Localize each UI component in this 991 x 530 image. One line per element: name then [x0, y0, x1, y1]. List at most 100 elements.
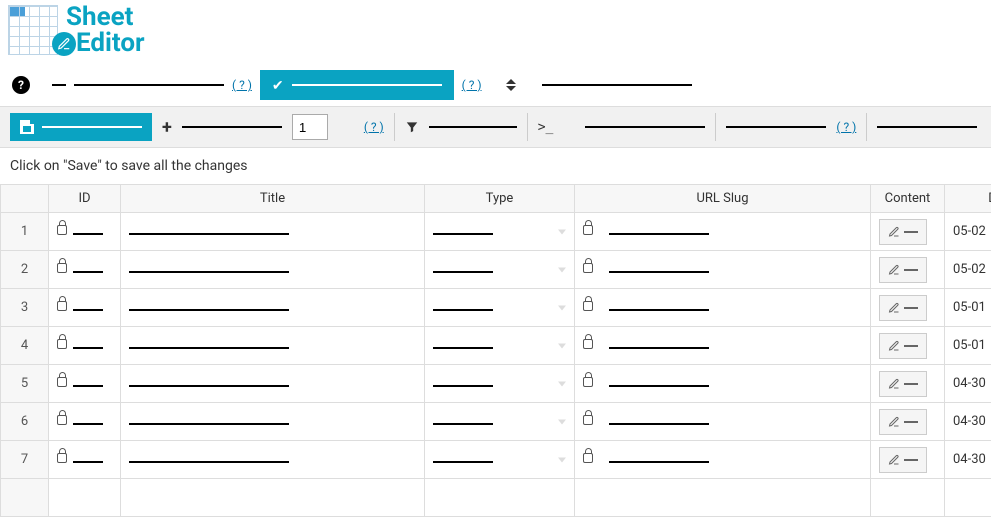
cell-type[interactable] [425, 251, 575, 289]
table-row: 2 05-02 [1, 251, 991, 289]
lock-icon [57, 453, 67, 463]
row-number[interactable]: 4 [1, 327, 49, 365]
cell-slug[interactable] [575, 441, 871, 479]
cell-title[interactable] [121, 441, 425, 479]
cell-slug[interactable] [575, 289, 871, 327]
row-number[interactable]: 7 [1, 441, 49, 479]
type-value [433, 271, 493, 273]
cell-date[interactable]: 04-30 [945, 403, 991, 441]
cell-id[interactable] [49, 365, 121, 403]
col-type[interactable]: Type [425, 185, 575, 213]
row-number[interactable]: 6 [1, 403, 49, 441]
cell-date[interactable]: 05-01 [945, 327, 991, 365]
cell-date[interactable]: 05-02 [945, 213, 991, 251]
cell-date[interactable]: 04-30 [945, 365, 991, 403]
col-content[interactable]: Content [871, 185, 945, 213]
lock-icon [583, 377, 593, 387]
cell-type[interactable] [425, 327, 575, 365]
slug-value [609, 461, 709, 463]
pencil-icon [888, 454, 900, 466]
edit-content-button[interactable] [879, 409, 927, 435]
col-date[interactable]: D [945, 185, 991, 213]
cell-id[interactable] [49, 441, 121, 479]
cell-content [871, 289, 945, 327]
save-button[interactable] [10, 113, 152, 141]
cell-slug[interactable] [575, 403, 871, 441]
lock-icon [57, 377, 67, 387]
help-icon[interactable]: ? [12, 76, 30, 94]
toolbar2-help-link-1[interactable]: ( ? ) [364, 120, 384, 134]
edit-content-button[interactable] [879, 295, 927, 321]
filter-icon[interactable] [405, 120, 419, 134]
chevron-down-icon [558, 457, 566, 462]
row-number[interactable]: 5 [1, 365, 49, 403]
id-value [73, 347, 103, 349]
cell-slug[interactable] [575, 251, 871, 289]
title-value [129, 461, 289, 463]
edit-content-button[interactable] [879, 371, 927, 397]
id-value [73, 271, 103, 273]
cell-type[interactable] [425, 441, 575, 479]
separator [715, 113, 716, 141]
spreadsheet-grid: ID Title Type URL Slug Content D 1 05-02… [0, 184, 991, 517]
cell-type[interactable] [425, 289, 575, 327]
cell-type[interactable] [425, 213, 575, 251]
cell-slug[interactable] [575, 365, 871, 403]
cell-id[interactable] [49, 213, 121, 251]
table-row: 3 05-01 [1, 289, 991, 327]
col-rownum[interactable] [1, 185, 49, 213]
lock-icon [57, 301, 67, 311]
chevron-down-icon [558, 419, 566, 424]
slug-value [609, 347, 709, 349]
col-slug[interactable]: URL Slug [575, 185, 871, 213]
cell-date[interactable]: 05-01 [945, 289, 991, 327]
confirm-button[interactable]: ✔ [260, 70, 454, 100]
cell-title[interactable] [121, 403, 425, 441]
cell-title[interactable] [121, 365, 425, 403]
row-number[interactable]: 3 [1, 289, 49, 327]
edit-content-button[interactable] [879, 447, 927, 473]
toolbar1-help-link-2[interactable]: ( ? ) [462, 78, 482, 92]
terminal-icon[interactable]: >_ [538, 120, 554, 135]
title-value [129, 233, 289, 235]
lock-icon [583, 415, 593, 425]
row-number[interactable] [1, 479, 49, 517]
cell-date[interactable]: 05-02 [945, 251, 991, 289]
cell-id[interactable] [49, 327, 121, 365]
cell-type[interactable] [425, 403, 575, 441]
save-message: Click on "Save" to save all the changes [0, 148, 991, 184]
col-title[interactable]: Title [121, 185, 425, 213]
row-number[interactable]: 2 [1, 251, 49, 289]
cell-content [871, 365, 945, 403]
cell-title[interactable] [121, 213, 425, 251]
slug-value [609, 271, 709, 273]
cell-title[interactable] [121, 251, 425, 289]
slug-value [609, 233, 709, 235]
lock-icon [583, 225, 593, 235]
cell-title[interactable] [121, 289, 425, 327]
pencil-icon [888, 378, 900, 390]
edit-content-button[interactable] [879, 257, 927, 283]
cell-id[interactable] [49, 289, 121, 327]
toolbar2-help-link-2[interactable]: ( ? ) [836, 120, 856, 134]
plus-icon[interactable]: + [162, 117, 172, 138]
cell-date[interactable]: 04-30 [945, 441, 991, 479]
cell-title[interactable] [121, 327, 425, 365]
cell-id[interactable] [49, 403, 121, 441]
row-number[interactable]: 1 [1, 213, 49, 251]
confirm-button-label [292, 84, 442, 86]
edit-content-button[interactable] [879, 219, 927, 245]
cell-type[interactable] [425, 365, 575, 403]
col-id[interactable]: ID [49, 185, 121, 213]
sort-icon[interactable] [506, 77, 522, 93]
cell-id[interactable] [49, 251, 121, 289]
cell-content [871, 251, 945, 289]
cell-slug[interactable] [575, 213, 871, 251]
toolbar1-help-link-1[interactable]: ( ? ) [232, 78, 252, 92]
lock-icon [583, 263, 593, 273]
edit-content-button[interactable] [879, 333, 927, 359]
logo-text: Sheet Editor [66, 4, 145, 56]
cell-slug[interactable] [575, 327, 871, 365]
rows-count-input[interactable] [292, 114, 328, 140]
separator [866, 113, 867, 141]
